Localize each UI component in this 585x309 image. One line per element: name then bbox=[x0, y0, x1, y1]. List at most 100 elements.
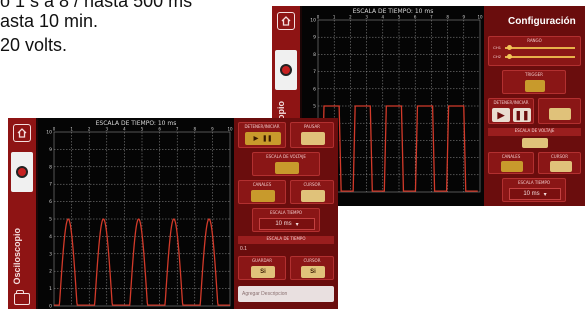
channel1-slider-knob[interactable] bbox=[507, 45, 512, 50]
x-tick-label: 9 bbox=[463, 15, 466, 20]
cursor-label: CURSOR bbox=[303, 182, 321, 187]
y-tick-label: 5 bbox=[49, 217, 52, 223]
trigger-control: TRIGGER bbox=[502, 70, 566, 94]
chevron-down-icon: ▾ bbox=[295, 221, 299, 228]
y-tick-label: 10 bbox=[310, 18, 316, 24]
home-icon[interactable] bbox=[13, 124, 31, 142]
left-sidebar: Osciloscopio bbox=[8, 118, 36, 309]
run-stop-control: DETENER/INICIAR ▶ ❚❚ bbox=[488, 98, 534, 124]
y-tick-label: 4 bbox=[49, 234, 52, 240]
pause-label: PAUSAR bbox=[304, 124, 320, 129]
left-app-screen: Osciloscopio ESCALA DE TIEMPO: 10 ms 10 9… bbox=[8, 118, 338, 309]
run-stop-label: DETENER/INICIAR bbox=[493, 100, 529, 105]
trigger-label: TRIGGER bbox=[525, 72, 543, 77]
x-tick-label: 8 bbox=[446, 15, 449, 20]
channel1-slider[interactable] bbox=[505, 47, 575, 49]
y-tick-label: 6 bbox=[313, 86, 316, 92]
volt-scale-control: ESCALA DE VOLTAJE bbox=[252, 152, 320, 176]
time-scale-select[interactable]: 10 ms ▾ bbox=[259, 218, 315, 230]
time-scale-control: ESCALA TIEMPO 10 ms ▾ bbox=[502, 178, 566, 202]
play-icon[interactable]: ▶ bbox=[492, 108, 510, 122]
time-scale-label: ESCALA TIEMPO bbox=[517, 180, 551, 185]
trigger-button[interactable] bbox=[525, 80, 545, 92]
channels-control: CANALES bbox=[488, 152, 534, 174]
time-scale-value: 10 ms bbox=[275, 221, 292, 227]
description-input[interactable]: Agregar Descripcion bbox=[238, 286, 334, 302]
cursor-control: CURSOR bbox=[538, 152, 581, 174]
x-tick-label: 9 bbox=[211, 127, 214, 132]
channels-button[interactable] bbox=[501, 161, 523, 172]
save-control: GUARDAR Si bbox=[238, 256, 286, 280]
cursor-button[interactable] bbox=[301, 190, 325, 202]
x-tick-label: 6 bbox=[158, 127, 161, 132]
channels-control: CANALES bbox=[238, 180, 286, 204]
x-tick-label: 5 bbox=[398, 15, 401, 20]
volt-scale-label: ESCALA DE VOLTAJE bbox=[266, 154, 306, 159]
config-panel: Configuración RANGO CH1 CH2 TRIGGER DETE… bbox=[484, 6, 585, 206]
save-value: Si bbox=[260, 269, 266, 275]
time-scale-control: ESCALA TIEMPO 10 ms ▾ bbox=[252, 208, 320, 232]
volt-value: 0.1 bbox=[240, 246, 247, 252]
y-tick-label: 3 bbox=[49, 251, 52, 257]
channel1-label: CH1 bbox=[493, 45, 502, 50]
cursor-button[interactable] bbox=[550, 161, 572, 172]
x-tick-label: 4 bbox=[123, 127, 126, 132]
channel2-label: CH2 bbox=[493, 54, 502, 59]
y-tick-label: 8 bbox=[49, 164, 52, 170]
y-tick-label: 7 bbox=[49, 182, 52, 188]
x-tick-label: 2 bbox=[349, 15, 352, 20]
channels-label: CANALES bbox=[501, 154, 521, 159]
x-tick-label: 0 bbox=[317, 15, 320, 20]
pause-icon: ❚❚ bbox=[262, 136, 273, 142]
play-pause-button[interactable]: ▶ ❚❚ bbox=[245, 132, 281, 145]
x-tick-label: 7 bbox=[430, 15, 433, 20]
x-tick-label: 0 bbox=[53, 127, 56, 132]
volt-scale-button[interactable] bbox=[522, 138, 548, 148]
run-stop-label: DETENER/INICIAR bbox=[244, 124, 280, 129]
channels-button[interactable] bbox=[251, 190, 275, 202]
x-tick-label: 8 bbox=[194, 127, 197, 132]
aux-button[interactable] bbox=[549, 108, 571, 120]
volt-scale-button[interactable] bbox=[275, 162, 299, 174]
channels-label: CANALES bbox=[252, 182, 272, 187]
x-tick-label: 1 bbox=[333, 15, 336, 20]
cursor-switch-control: CURSOR Si bbox=[290, 256, 334, 280]
y-tick-label: 9 bbox=[49, 147, 52, 153]
y-tick-label: 8 bbox=[313, 52, 316, 58]
slide-text-line-2: asta 10 min. bbox=[0, 11, 99, 31]
cursor-control: CURSOR bbox=[290, 180, 334, 204]
oscilloscope-screen: ESCALA DE TIEMPO: 10 ms 1098765432100123… bbox=[38, 118, 234, 309]
x-tick-label: 2 bbox=[88, 127, 91, 132]
y-tick-label: 5 bbox=[313, 104, 316, 110]
x-tick-label: 7 bbox=[176, 127, 179, 132]
run-stop-control: DETENER/INICIAR ▶ ❚❚ bbox=[238, 122, 286, 148]
cursor-label: CURSOR bbox=[551, 154, 568, 159]
control-panel: DETENER/INICIAR ▶ ❚❚ PAUSAR ESCALA DE VO… bbox=[234, 118, 338, 309]
folder-icon[interactable] bbox=[14, 290, 30, 305]
pause-icon[interactable]: ❚❚ bbox=[513, 108, 531, 122]
slide-text-line-3: 20 volts. bbox=[0, 35, 68, 55]
pause-button[interactable] bbox=[301, 132, 325, 145]
cursor-switch-value: Si bbox=[310, 269, 316, 275]
scope-plot: 109876543210012345678910 bbox=[46, 127, 233, 309]
x-tick-label: 1 bbox=[70, 127, 73, 132]
channel2-slider[interactable] bbox=[505, 56, 575, 58]
description-placeholder: Agregar Descripcion bbox=[242, 291, 288, 297]
time-scale-select[interactable]: 10 ms ▾ bbox=[509, 188, 561, 200]
chevron-down-icon: ▾ bbox=[543, 191, 547, 198]
x-tick-label: 6 bbox=[414, 15, 417, 20]
sidebar-label-osciloscopio: Osciloscopio bbox=[12, 228, 22, 285]
cursor-switch-toggle[interactable]: Si bbox=[301, 266, 325, 278]
x-tick-label: 3 bbox=[106, 127, 109, 132]
play-icon: ▶ bbox=[253, 136, 259, 142]
channel2-slider-knob[interactable] bbox=[507, 54, 512, 59]
y-tick-label: 0 bbox=[49, 304, 52, 309]
time-scale-strip: ESCALA DE TIEMPO bbox=[238, 236, 334, 244]
cursor-switch-label: CURSOR bbox=[303, 258, 321, 263]
home-icon[interactable] bbox=[277, 12, 295, 30]
save-toggle[interactable]: Si bbox=[251, 266, 275, 278]
app-logo bbox=[275, 50, 297, 90]
range-control: RANGO CH1 CH2 bbox=[488, 36, 581, 66]
app-logo bbox=[11, 152, 33, 192]
time-scale-label: ESCALA TIEMPO bbox=[269, 210, 303, 215]
